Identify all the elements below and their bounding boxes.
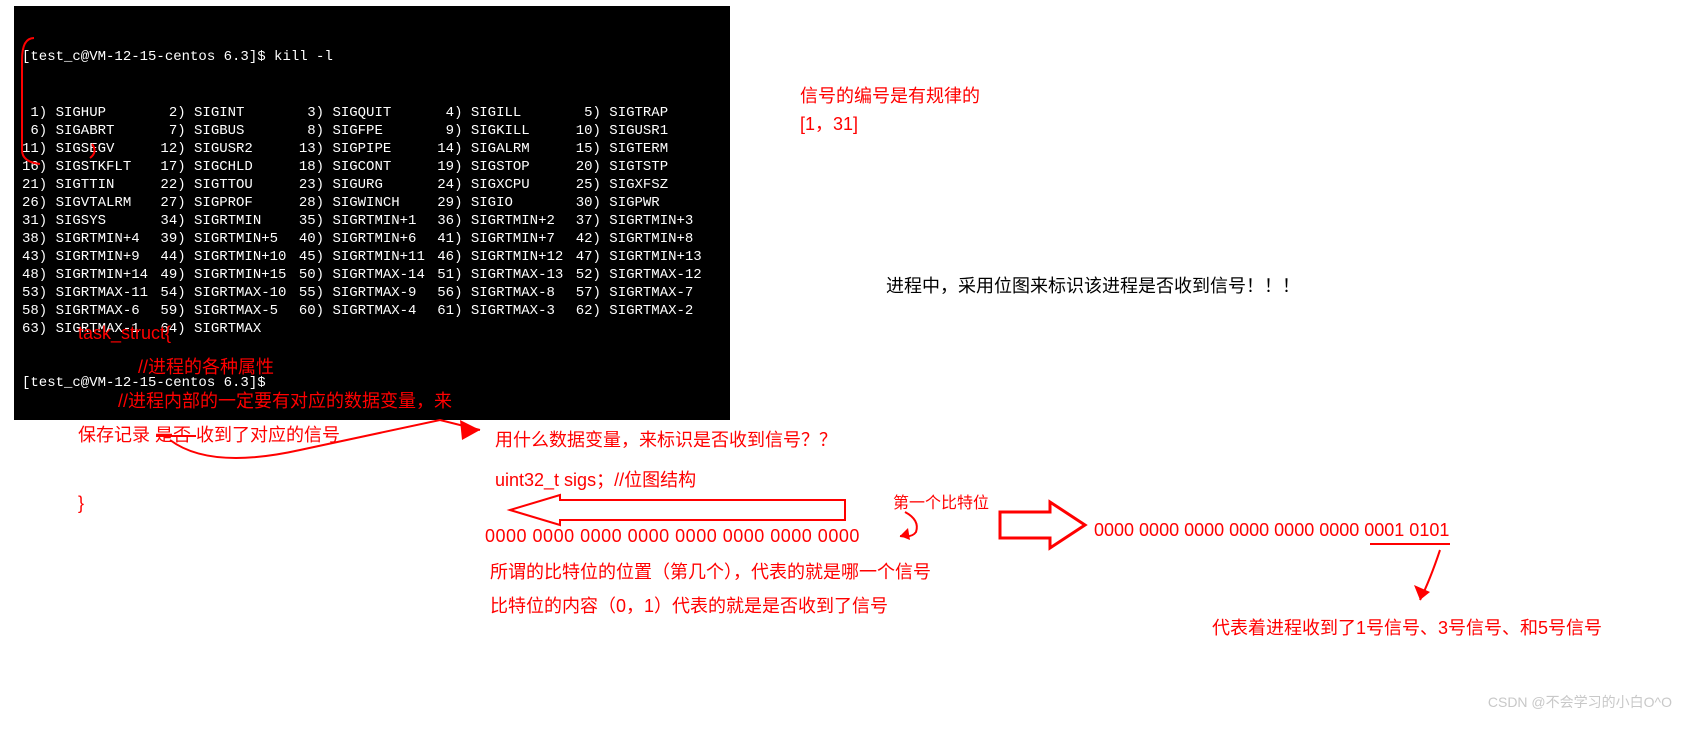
bit-meaning-1: 所谓的比特位的位置（第几个），代表的就是哪一个信号 xyxy=(490,558,931,586)
signal-row: 26) SIGVTALRM 27) SIGPROF 28) SIGWINCH 2… xyxy=(22,194,714,212)
signal-cell: 49) SIGRTMIN+15 xyxy=(160,266,298,284)
signal-cell: 62) SIGRTMAX-2 xyxy=(576,302,714,320)
signal-cell: 18) SIGCONT xyxy=(299,158,437,176)
note-line: 信号的编号是有规律的 xyxy=(800,82,980,110)
first-bit-label: 第一个比特位 xyxy=(893,490,989,518)
signal-cell: 44) SIGRTMIN+10 xyxy=(160,248,298,266)
signal-cell: 13) SIGPIPE xyxy=(299,140,437,158)
signal-cell: 47) SIGRTMIN+13 xyxy=(576,248,714,266)
signal-cell: 50) SIGRTMAX-14 xyxy=(299,266,437,284)
bits-result: 0000 0000 0000 0000 0000 0000 0001 0101 xyxy=(1094,516,1449,544)
signal-cell: 56) SIGRTMAX-8 xyxy=(437,284,575,302)
signal-cell: 61) SIGRTMAX-3 xyxy=(437,302,575,320)
arrow-head-icon xyxy=(900,528,910,540)
note-bitmap: 进程中，采用位图来标识该进程是否收到信号！！！ xyxy=(886,272,1300,300)
signal-cell: 34) SIGRTMIN xyxy=(160,212,298,230)
note-line: [1，31] xyxy=(800,110,980,138)
signal-cell: 48) SIGRTMIN+14 xyxy=(22,266,160,284)
signal-row: 1) SIGHUP 2) SIGINT 3) SIGQUIT 4) SIGILL… xyxy=(22,104,714,122)
arrow-line-icon xyxy=(1420,550,1440,600)
signal-row: 11) SIGSEGV 12) SIGUSR2 13) SIGPIPE 14) … xyxy=(22,140,714,158)
signal-cell: 15) SIGTERM xyxy=(576,140,714,158)
signal-cell: 46) SIGRTMIN+12 xyxy=(437,248,575,266)
struct-comment: //进程内部的一定要有对应的数据变量，来 xyxy=(78,384,452,418)
signal-cell: 20) SIGTSTP xyxy=(576,158,714,176)
signal-cell: 19) SIGSTOP xyxy=(437,158,575,176)
terminal-prompt: [test_c@VM-12-15-centos 6.3]$ kill -l xyxy=(22,48,722,66)
signal-cell: 8) SIGFPE xyxy=(299,122,437,140)
signal-cell: 2) SIGINT xyxy=(160,104,298,122)
signal-cell: 39) SIGRTMIN+5 xyxy=(160,230,298,248)
signal-cell: 35) SIGRTMIN+1 xyxy=(299,212,437,230)
signal-cell: 36) SIGRTMIN+2 xyxy=(437,212,575,230)
struct-comment: 保存记录 是否 收到了对应的信号 xyxy=(78,418,452,452)
arrow-head-icon xyxy=(1414,585,1430,600)
signal-cell: 41) SIGRTMIN+7 xyxy=(437,230,575,248)
struct-open: task_struct{ xyxy=(78,316,452,350)
signal-cell: 1) SIGHUP xyxy=(22,104,160,122)
signal-cell: 43) SIGRTMIN+9 xyxy=(22,248,160,266)
signal-cell: 38) SIGRTMIN+4 xyxy=(22,230,160,248)
signal-cell: 30) SIGPWR xyxy=(576,194,714,212)
hollow-arrow-left-icon xyxy=(510,495,845,525)
signal-table: 1) SIGHUP 2) SIGINT 3) SIGQUIT 4) SIGILL… xyxy=(22,104,714,338)
signal-cell: 21) SIGTTIN xyxy=(22,176,160,194)
signal-cell: 51) SIGRTMAX-13 xyxy=(437,266,575,284)
arrow-head-icon xyxy=(460,420,480,440)
signal-cell: 4) SIGILL xyxy=(437,104,575,122)
signal-row: 43) SIGRTMIN+9 44) SIGRTMIN+10 45) SIGRT… xyxy=(22,248,714,266)
hollow-arrow-right-icon xyxy=(1000,502,1085,548)
signal-cell: 53) SIGRTMAX-11 xyxy=(22,284,160,302)
signal-cell: 9) SIGKILL xyxy=(437,122,575,140)
signal-row: 38) SIGRTMIN+4 39) SIGRTMIN+5 40) SIGRTM… xyxy=(22,230,714,248)
signal-row: 53) SIGRTMAX-11 54) SIGRTMAX-10 55) SIGR… xyxy=(22,284,714,302)
question-line: 用什么数据变量，来标识是否收到信号？？ xyxy=(495,426,837,454)
note-numbering: 信号的编号是有规律的 [1，31] xyxy=(800,82,980,138)
signal-row: 21) SIGTTIN 22) SIGTTOU 23) SIGURG 24) S… xyxy=(22,176,714,194)
signal-cell: 22) SIGTTOU xyxy=(160,176,298,194)
signal-cell: 26) SIGVTALRM xyxy=(22,194,160,212)
signal-cell: 7) SIGBUS xyxy=(160,122,298,140)
signal-cell: 25) SIGXFSZ xyxy=(576,176,714,194)
signal-cell: 17) SIGCHLD xyxy=(160,158,298,176)
signal-cell: 14) SIGALRM xyxy=(437,140,575,158)
signal-cell: 24) SIGXCPU xyxy=(437,176,575,194)
signal-row: 31) SIGSYS 34) SIGRTMIN 35) SIGRTMIN+1 3… xyxy=(22,212,714,230)
signal-row: 6) SIGABRT 7) SIGBUS 8) SIGFPE 9) SIGKIL… xyxy=(22,122,714,140)
signal-cell: 5) SIGTRAP xyxy=(576,104,714,122)
task-struct-block: task_struct{ //进程的各种属性 //进程内部的一定要有对应的数据变… xyxy=(78,316,452,520)
signal-cell: 16) SIGSTKFLT xyxy=(22,158,160,176)
signal-row: 48) SIGRTMIN+14 49) SIGRTMIN+15 50) SIGR… xyxy=(22,266,714,284)
signal-cell: 57) SIGRTMAX-7 xyxy=(576,284,714,302)
signal-cell: 37) SIGRTMIN+3 xyxy=(576,212,714,230)
bit-meaning-2: 比特位的内容（0，1）代表的就是是否收到了信号 xyxy=(490,592,888,620)
struct-close: } xyxy=(78,486,452,520)
signal-cell: 23) SIGURG xyxy=(299,176,437,194)
watermark: CSDN @不会学习的小白O^O xyxy=(1488,692,1672,712)
bits-zero: 0000 0000 0000 0000 0000 0000 0000 0000 xyxy=(485,522,860,550)
signal-cell: 27) SIGPROF xyxy=(160,194,298,212)
signal-cell: 54) SIGRTMAX-10 xyxy=(160,284,298,302)
signal-cell: 11) SIGSEGV xyxy=(22,140,160,158)
signal-cell: 3) SIGQUIT xyxy=(299,104,437,122)
sigs-line: uint32_t sigs；//位图结构 xyxy=(495,466,696,494)
signal-cell: 12) SIGUSR2 xyxy=(160,140,298,158)
struct-comment: //进程的各种属性 xyxy=(78,350,452,384)
signal-cell: 40) SIGRTMIN+6 xyxy=(299,230,437,248)
signal-cell: 45) SIGRTMIN+11 xyxy=(299,248,437,266)
signal-cell: 42) SIGRTMIN+8 xyxy=(576,230,714,248)
signal-cell: 52) SIGRTMAX-12 xyxy=(576,266,714,284)
signal-cell: 31) SIGSYS xyxy=(22,212,160,230)
signal-cell: 10) SIGUSR1 xyxy=(576,122,714,140)
signal-row: 16) SIGSTKFLT 17) SIGCHLD 18) SIGCONT 19… xyxy=(22,158,714,176)
result-meaning: 代表着进程收到了1号信号、3号信号、和5号信号 xyxy=(1212,614,1602,642)
signal-cell: 55) SIGRTMAX-9 xyxy=(299,284,437,302)
signal-cell: 6) SIGABRT xyxy=(22,122,160,140)
signal-cell: 29) SIGIO xyxy=(437,194,575,212)
signal-cell: 28) SIGWINCH xyxy=(299,194,437,212)
